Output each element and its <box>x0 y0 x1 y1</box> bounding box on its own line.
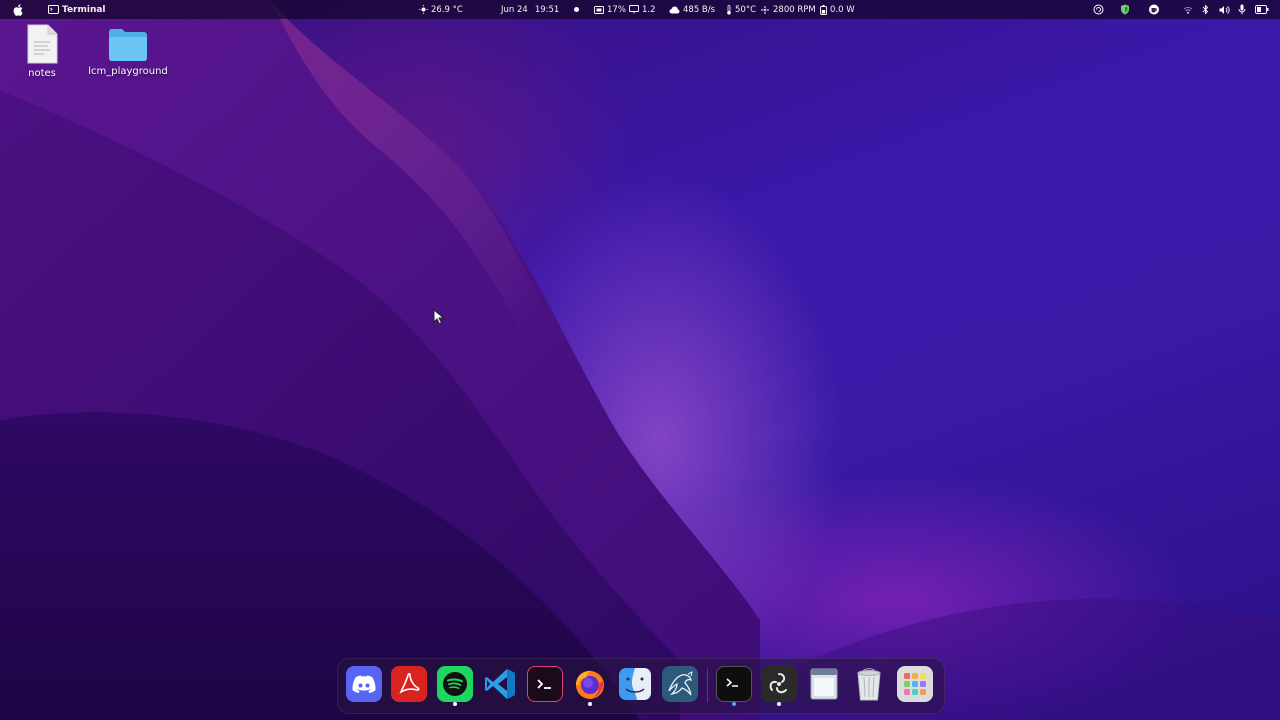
power-widget[interactable]: 0.0 W <box>820 0 855 19</box>
terminal-pink-icon <box>537 679 551 689</box>
dock-app-trash[interactable] <box>851 666 887 702</box>
apple-menu-icon[interactable] <box>13 0 24 19</box>
spotify-icon <box>443 672 467 696</box>
dock-app-launcher[interactable] <box>897 666 933 702</box>
running-indicator <box>732 702 736 706</box>
discord-icon <box>352 675 376 693</box>
text-file-icon <box>27 24 58 64</box>
app-grid-icon <box>904 673 926 695</box>
load-value: 1.2 <box>642 4 656 15</box>
cpu-widget[interactable]: 17% <box>594 0 626 19</box>
desktop-icon-label: lcm_playground <box>88 66 168 77</box>
shield-icon[interactable] <box>1120 0 1130 19</box>
weather-widget[interactable]: 26.9 °C <box>419 0 463 19</box>
temperature-value: 50°C <box>735 4 757 15</box>
coffee-icon[interactable] <box>1148 0 1160 19</box>
monitor-icon <box>629 5 639 14</box>
power-value: 0.0 W <box>830 4 855 15</box>
folder-icon <box>109 29 147 61</box>
desktop: Terminal 26.9 °C Jun 24 19:51 17% 1.2 48… <box>0 0 1280 720</box>
terminal-icon <box>726 678 738 687</box>
dock-app-finder[interactable] <box>617 666 653 702</box>
clock-date: Jun 24 <box>501 4 528 15</box>
microphone-icon[interactable] <box>1238 0 1246 19</box>
desktop-icon-lcm-playground[interactable]: lcm_playground <box>83 28 173 77</box>
dock-app-window[interactable] <box>806 666 842 702</box>
dock-app-spotify[interactable] <box>437 666 473 702</box>
dock-app-vscode[interactable] <box>482 666 518 702</box>
load-widget[interactable]: 1.2 <box>629 0 656 19</box>
active-app-name: Terminal <box>62 4 106 15</box>
acrobat-icon <box>399 673 420 694</box>
firefox-icon <box>576 670 604 699</box>
fan-icon <box>761 5 769 14</box>
dock-app-acrobat[interactable] <box>391 666 427 702</box>
running-indicator <box>588 702 592 706</box>
cpu-usage: 17% <box>607 4 626 15</box>
wallpaper <box>0 0 1280 720</box>
bluetooth-icon[interactable] <box>1202 0 1209 19</box>
terminal-small-icon <box>48 5 59 14</box>
clock[interactable]: Jun 24 19:51 <box>501 0 580 19</box>
window-icon <box>810 668 838 700</box>
mysql-workbench-icon <box>668 671 693 696</box>
wifi-icon[interactable] <box>1183 0 1193 19</box>
sync-icon[interactable] <box>1093 0 1104 19</box>
finder-icon <box>619 668 651 700</box>
battery-icon <box>820 4 827 15</box>
dock-app-firefox[interactable] <box>572 666 608 702</box>
vscode-icon <box>485 669 515 699</box>
cloud-icon <box>669 6 680 13</box>
battery-status-icon[interactable] <box>1255 0 1269 19</box>
running-indicator <box>777 702 781 706</box>
desktop-icon-notes[interactable]: notes <box>0 24 87 79</box>
dock-app-terminal[interactable] <box>716 666 752 702</box>
weather-temp: 26.9 °C <box>431 4 463 15</box>
trash-icon <box>857 668 881 701</box>
top-bar: Terminal 26.9 °C Jun 24 19:51 17% 1.2 48… <box>0 0 1280 19</box>
cpu-icon <box>594 5 604 14</box>
network-speed: 485 B/s <box>683 4 716 15</box>
dock-app-mysql-workbench[interactable] <box>662 666 698 702</box>
volume-icon[interactable] <box>1219 0 1231 19</box>
active-app-menu[interactable]: Terminal <box>48 0 106 19</box>
dock-app-obs[interactable] <box>761 666 797 702</box>
clock-time: 19:51 <box>534 4 560 15</box>
dock-app-discord[interactable] <box>346 666 382 702</box>
dock-app-hyper-terminal[interactable] <box>527 666 563 702</box>
obs-icon <box>769 673 787 694</box>
sun-icon <box>419 5 428 14</box>
network-widget[interactable]: 485 B/s <box>669 0 715 19</box>
running-indicator <box>453 702 457 706</box>
desktop-icon-label: notes <box>28 68 56 79</box>
notification-dot-icon <box>574 7 580 12</box>
thermometer-icon <box>727 4 731 15</box>
fan-widget[interactable]: 2800 RPM <box>760 0 816 19</box>
temperature-widget[interactable]: 50°C <box>726 0 756 19</box>
fan-speed: 2800 RPM <box>773 4 816 15</box>
mouse-cursor-icon <box>433 309 445 325</box>
dock-separator <box>707 668 708 702</box>
